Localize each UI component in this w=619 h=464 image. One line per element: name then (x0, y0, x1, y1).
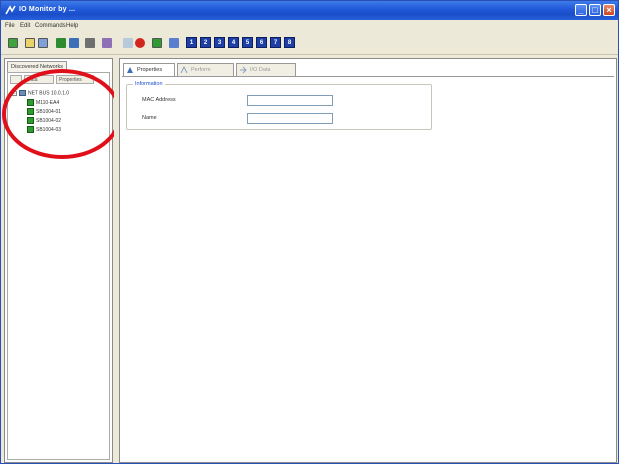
toolbar: 1 2 3 4 5 6 7 8 (1, 33, 618, 55)
main-window: IO Monitor by ... _ □ × File Edit Comman… (0, 0, 619, 464)
open-icon[interactable] (25, 38, 35, 48)
tab-io-data-label: I/O Data (250, 67, 271, 73)
tree-item[interactable]: SB1004-02 (27, 117, 61, 124)
stop-icon[interactable] (123, 38, 133, 48)
device-icon (27, 117, 34, 124)
close-button[interactable]: × (603, 4, 615, 16)
io-data-icon (240, 66, 247, 73)
collapse-icon[interactable]: − (12, 90, 17, 96)
tree-item[interactable]: SB1004-03 (27, 126, 61, 133)
tree-root-label: NET BUS 10.0.1.0 (28, 90, 70, 97)
tab-io-data[interactable]: I/O Data (236, 63, 296, 76)
subtab-icon-only[interactable] (10, 75, 22, 84)
app-icon (5, 5, 16, 15)
tab-discovered-networks[interactable]: Discovered Networks (7, 61, 67, 72)
tree-item-label: SB1004-03 (36, 126, 62, 133)
maximize-button[interactable]: □ (589, 4, 601, 16)
slot-button-7[interactable]: 7 (270, 37, 281, 48)
connect-icon[interactable] (8, 38, 18, 48)
mac-address-label: MAC Address (142, 97, 176, 103)
network-icon (19, 90, 26, 96)
subtab-data[interactable]: Data (24, 75, 54, 84)
tree-item[interactable]: SB1004-01 (27, 108, 61, 115)
scan-icon[interactable] (85, 38, 95, 48)
title-bar[interactable]: IO Monitor by ... _ □ × (1, 1, 618, 20)
tree-item-label: SB1004-02 (36, 117, 62, 124)
arrow-icon[interactable] (69, 38, 79, 48)
tab-perform[interactable]: Perform (177, 63, 234, 76)
wand-icon[interactable] (169, 38, 179, 48)
grid-icon[interactable] (152, 38, 162, 48)
tree-panel: Data Properties − NET BUS 10.0.1.0 M110-E… (7, 72, 110, 460)
tree-item[interactable]: M110-EA4 (27, 99, 59, 106)
minimize-button[interactable]: _ (575, 4, 587, 16)
slot-button-5[interactable]: 5 (242, 37, 253, 48)
tab-properties[interactable]: Properties (123, 63, 175, 76)
mac-address-field[interactable] (247, 95, 333, 106)
name-field[interactable] (247, 113, 333, 124)
properties-icon (127, 66, 133, 73)
slot-button-8[interactable]: 8 (284, 37, 295, 48)
subtab-properties[interactable]: Properties (56, 75, 94, 84)
slot-button-3[interactable]: 3 (214, 37, 225, 48)
refresh-icon[interactable] (102, 38, 112, 48)
tab-perform-label: Perform (191, 67, 211, 73)
network-tree-pane: Discovered Networks Data Properties − NET… (4, 58, 113, 463)
monitor-icon[interactable] (135, 38, 145, 48)
minimize-icon: _ (578, 5, 584, 15)
window-title: IO Monitor by ... (19, 6, 76, 13)
slot-button-1[interactable]: 1 (186, 37, 197, 48)
menu-edit[interactable]: Edit (20, 23, 30, 29)
close-icon: × (606, 5, 612, 15)
slot-button-2[interactable]: 2 (200, 37, 211, 48)
tree-item-label: SB1004-01 (36, 108, 62, 115)
device-icon (27, 108, 34, 115)
details-pane: Properties Perform I/O Data Information … (119, 58, 617, 463)
device-icon (27, 99, 34, 106)
group-title: Information (133, 81, 165, 87)
device-icon[interactable] (56, 38, 66, 48)
information-group: Information MAC Address Name (126, 81, 432, 130)
tree-item-label: M110-EA4 (36, 99, 60, 106)
menu-file[interactable]: File (5, 23, 15, 29)
slot-button-6[interactable]: 6 (256, 37, 267, 48)
tab-properties-label: Properties (137, 67, 163, 73)
tree-root-node[interactable]: − NET BUS 10.0.1.0 (12, 90, 69, 96)
menu-bar: File Edit Commands Help (1, 20, 618, 33)
name-label: Name (142, 115, 157, 121)
maximize-icon: □ (592, 5, 598, 15)
device-icon (27, 126, 34, 133)
menu-commands[interactable]: Commands (35, 23, 66, 29)
menu-help[interactable]: Help (66, 23, 78, 29)
properties-panel: Information MAC Address Name (122, 76, 614, 460)
slot-button-4[interactable]: 4 (228, 37, 239, 48)
save-icon[interactable] (38, 38, 48, 48)
perform-icon (180, 65, 188, 73)
